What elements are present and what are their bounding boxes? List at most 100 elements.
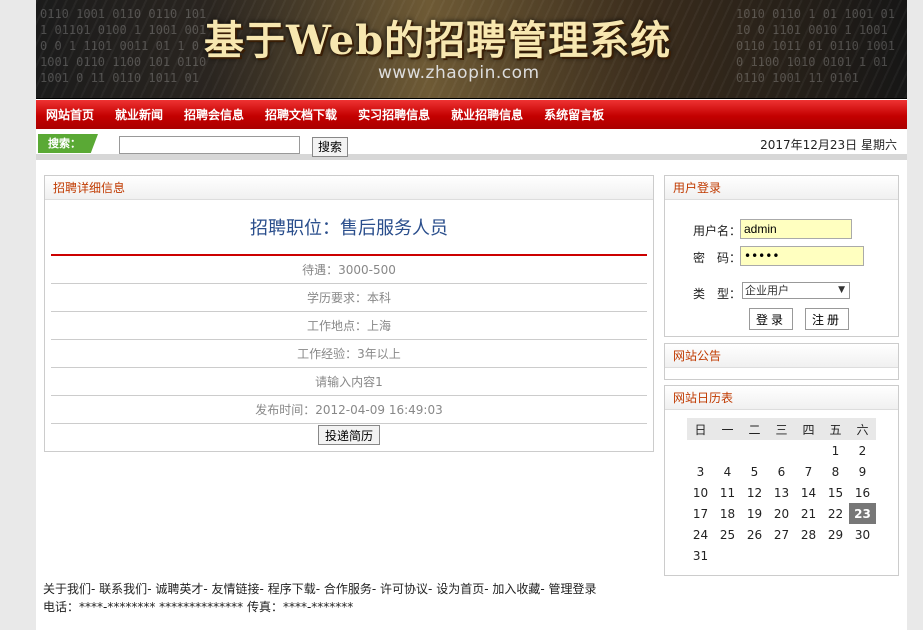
username-field[interactable]	[740, 219, 852, 239]
notice-panel-title: 网站公告	[665, 344, 898, 368]
calendar-day[interactable]: 18	[714, 503, 741, 524]
calendar-day[interactable]: 25	[714, 524, 741, 545]
login-panel: 用户登录 用户名： 密 码： ••••• 类 型： 企业用户 ▼ 登录 注册	[664, 175, 899, 337]
calendar-empty-cell	[795, 545, 822, 566]
footer: 关于我们- 联系我们- 诚聘英才- 友情链接- 程序下载- 合作服务- 许可协议…	[43, 580, 597, 616]
nav-item-job-fair[interactable]: 招聘会信息	[184, 106, 244, 123]
calendar-empty-cell	[768, 545, 795, 566]
nav-item-home[interactable]: 网站首页	[46, 106, 94, 123]
footer-link[interactable]: 程序下载	[268, 582, 316, 596]
calendar-day[interactable]: 4	[714, 461, 741, 482]
calendar-day[interactable]: 8	[822, 461, 849, 482]
calendar-panel: 网站日历表 日一二三四五六 1 2 3 4 5 6 7 8 9 10 11 12 13 14 15 16 17 1…	[664, 385, 899, 576]
chevron-down-icon: ▼	[838, 285, 845, 295]
calendar-day[interactable]: 7	[795, 461, 822, 482]
footer-link[interactable]: 友情链接	[212, 582, 260, 596]
submit-resume-button[interactable]: 投递简历	[317, 425, 380, 445]
main-nav: 网站首页 就业新闻 招聘会信息 招聘文档下载 实习招聘信息 就业招聘信息 系统留…	[36, 100, 907, 129]
current-date: 2017年12月23日 星期六	[760, 138, 897, 152]
site-url: www.zhaopin.com	[378, 63, 540, 83]
page: 0110 1001 0110 0110 1011 01101 0100 1 10…	[36, 0, 907, 630]
nav-item-guestbook[interactable]: 系统留言板	[544, 106, 604, 123]
user-type-select[interactable]: 企业用户 ▼	[742, 282, 850, 299]
calendar-day[interactable]: 3	[687, 461, 714, 482]
footer-links: 关于我们- 联系我们- 诚聘英才- 友情链接- 程序下载- 合作服务- 许可协议…	[43, 582, 597, 596]
footer-link[interactable]: 关于我们	[43, 582, 91, 596]
calendar-panel-title: 网站日历表	[665, 386, 898, 410]
calendar-day[interactable]: 11	[714, 482, 741, 503]
calendar-day[interactable]: 9	[849, 461, 876, 482]
calendar-day[interactable]: 14	[795, 482, 822, 503]
calendar-weekday: 一	[714, 418, 741, 440]
job-detail-panel: 招聘详细信息 招聘职位：售后服务人员 待遇：3000-500 学历要求：本科 工…	[44, 175, 654, 452]
calendar-day[interactable]: 6	[768, 461, 795, 482]
calendar-day[interactable]: 21	[795, 503, 822, 524]
footer-link[interactable]: 许可协议	[380, 582, 428, 596]
calendar-day[interactable]: 27	[768, 524, 795, 545]
banner-digits-decoration-right: 1010 0110 1 01 1001 0110 0 1101 0010 1 1…	[736, 7, 895, 85]
job-content: 请输入内容1	[51, 368, 647, 396]
calendar-weekday: 五	[822, 418, 849, 440]
calendar-empty-cell	[768, 440, 795, 461]
calendar-day[interactable]: 17	[687, 503, 714, 524]
search-input[interactable]	[119, 136, 300, 154]
calendar-day[interactable]: 30	[849, 524, 876, 545]
calendar-day[interactable]: 24	[687, 524, 714, 545]
calendar-day[interactable]: 10	[687, 482, 714, 503]
calendar-empty-cell	[714, 545, 741, 566]
nav-item-jobs[interactable]: 就业招聘信息	[451, 106, 523, 123]
job-salary: 待遇：3000-500	[51, 256, 647, 284]
password-field[interactable]: •••••	[740, 246, 864, 266]
calendar-day[interactable]: 5	[741, 461, 768, 482]
calendar-weekday: 三	[768, 418, 795, 440]
footer-link[interactable]: 联系我们	[99, 582, 147, 596]
register-button[interactable]: 注册	[805, 308, 850, 330]
calendar-day[interactable]: 16	[849, 482, 876, 503]
footer-link[interactable]: 管理登录	[549, 582, 597, 596]
nav-item-news[interactable]: 就业新闻	[115, 106, 163, 123]
calendar-day[interactable]: 20	[768, 503, 795, 524]
calendar-day[interactable]: 1	[822, 440, 849, 461]
calendar-day[interactable]: 29	[822, 524, 849, 545]
footer-link[interactable]: 加入收藏	[492, 582, 540, 596]
nav-item-internship[interactable]: 实习招聘信息	[358, 106, 430, 123]
calendar-day[interactable]: 22	[822, 503, 849, 524]
job-title: 招聘职位：售后服务人员	[250, 218, 448, 239]
calendar-day[interactable]: 26	[741, 524, 768, 545]
calendar-day[interactable]: 12	[741, 482, 768, 503]
job-detail-panel-title: 招聘详细信息	[45, 176, 653, 200]
calendar-empty-cell	[741, 440, 768, 461]
calendar-day[interactable]: 15	[822, 482, 849, 503]
calendar-day[interactable]: 28	[795, 524, 822, 545]
calendar-day[interactable]: 31	[687, 545, 714, 566]
footer-contact: 电话：****-******** ************** 传真：****-…	[43, 600, 354, 614]
site-title: 基于Web的招聘管理系统	[204, 17, 672, 64]
calendar-weekday: 六	[849, 418, 876, 440]
user-type-value: 企业用户	[745, 284, 789, 297]
calendar-empty-cell	[687, 440, 714, 461]
calendar-table: 日一二三四五六 1 2 3 4 5 6 7 8 9 10 11 12 13 14 15 16 17 18 19 20 2…	[687, 418, 876, 566]
calendar-day[interactable]: 23	[849, 503, 876, 524]
calendar-empty-cell	[741, 545, 768, 566]
calendar-weekday: 四	[795, 418, 822, 440]
login-button[interactable]: 登录	[749, 308, 794, 330]
nav-item-doc-download[interactable]: 招聘文档下载	[265, 106, 337, 123]
calendar-day[interactable]: 19	[741, 503, 768, 524]
notice-panel: 网站公告	[664, 343, 899, 380]
calendar-empty-cell	[822, 545, 849, 566]
search-bar: 搜索： 搜索 2017年12月23日 星期六	[36, 130, 907, 160]
footer-link[interactable]: 设为首页	[436, 582, 484, 596]
calendar-weekday: 日	[687, 418, 714, 440]
footer-link[interactable]: 合作服务	[324, 582, 372, 596]
footer-link[interactable]: 诚聘英才	[155, 582, 203, 596]
search-tag: 搜索：	[38, 134, 98, 153]
job-publish-time: 发布时间：2012-04-09 16:49:03	[51, 396, 647, 424]
calendar-empty-cell	[714, 440, 741, 461]
calendar-day[interactable]: 2	[849, 440, 876, 461]
username-label: 用户名：	[693, 224, 742, 238]
calendar-day[interactable]: 13	[768, 482, 795, 503]
login-panel-title: 用户登录	[665, 176, 898, 200]
site-banner: 0110 1001 0110 0110 1011 01101 0100 1 10…	[36, 0, 907, 99]
search-button[interactable]: 搜索	[312, 137, 349, 157]
job-location: 工作地点：上海	[51, 312, 647, 340]
